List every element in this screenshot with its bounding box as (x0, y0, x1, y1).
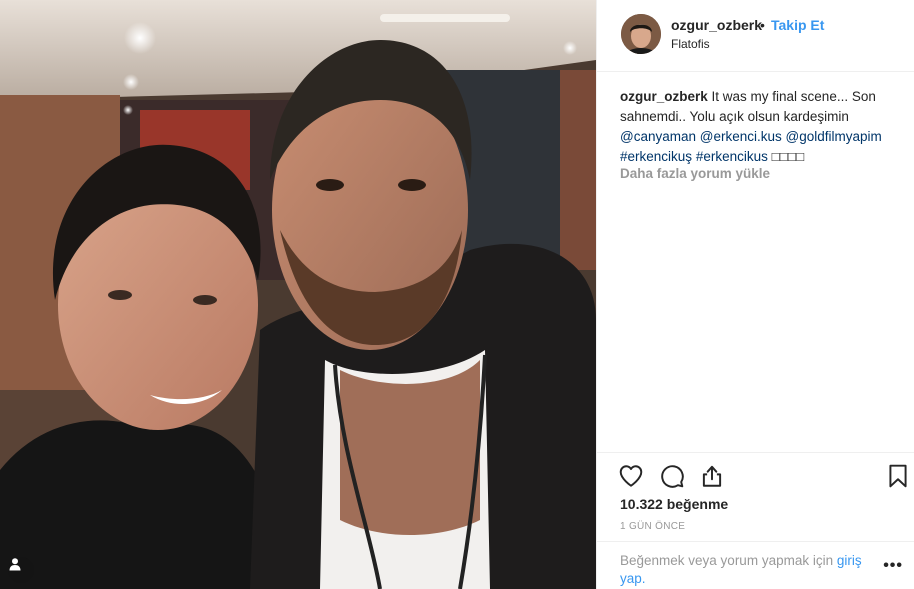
avatar-image (621, 14, 661, 54)
location-link[interactable]: Flatofis (671, 37, 710, 51)
mention-link[interactable]: @goldfilmyapim (786, 129, 882, 144)
hashtag-link[interactable]: #erkencikus (696, 149, 768, 164)
mention-link[interactable]: @canyaman (620, 129, 696, 144)
action-bar (597, 452, 914, 497)
user-tags-button[interactable] (8, 557, 34, 583)
more-options-button[interactable]: ••• (883, 558, 903, 574)
follow-button[interactable]: Takip Et (771, 17, 824, 33)
username-link[interactable]: ozgur_ozberk (671, 17, 762, 33)
post-photo[interactable] (0, 0, 596, 589)
comment-icon[interactable] (659, 463, 685, 489)
login-prompt-text: Beğenmek veya yorum yapmak için (620, 553, 834, 568)
load-more-comments-button[interactable]: Daha fazla yorum yükle (620, 166, 770, 181)
post-side-panel: ozgur_ozberk • Takip Et Flatofis ozgur_o… (596, 0, 914, 589)
post-footer: Beğenmek veya yorum yapmak için giriş ya… (597, 541, 914, 589)
post-caption: ozgur_ozberk It was my final scene... So… (620, 87, 900, 167)
separator-dot: • (760, 17, 765, 33)
caption-username[interactable]: ozgur_ozberk (620, 89, 708, 104)
share-icon[interactable] (699, 463, 725, 489)
avatar[interactable] (621, 14, 661, 54)
emoji-placeholder: □□□□ (771, 149, 805, 164)
heart-icon[interactable] (618, 463, 644, 489)
user-icon (9, 558, 21, 571)
post-header: ozgur_ozberk • Takip Et Flatofis (597, 0, 914, 72)
hashtag-link[interactable]: #erkencikuş (620, 149, 692, 164)
login-prompt: Beğenmek veya yorum yapmak için giriş ya… (620, 552, 875, 588)
photo-image (0, 0, 596, 589)
like-count[interactable]: 10.322 beğenme (620, 496, 728, 512)
bookmark-icon[interactable] (885, 463, 911, 489)
post-timestamp[interactable]: 1 GÜN ÖNCE (620, 521, 685, 532)
mention-link[interactable]: @erkenci.kus (700, 129, 782, 144)
